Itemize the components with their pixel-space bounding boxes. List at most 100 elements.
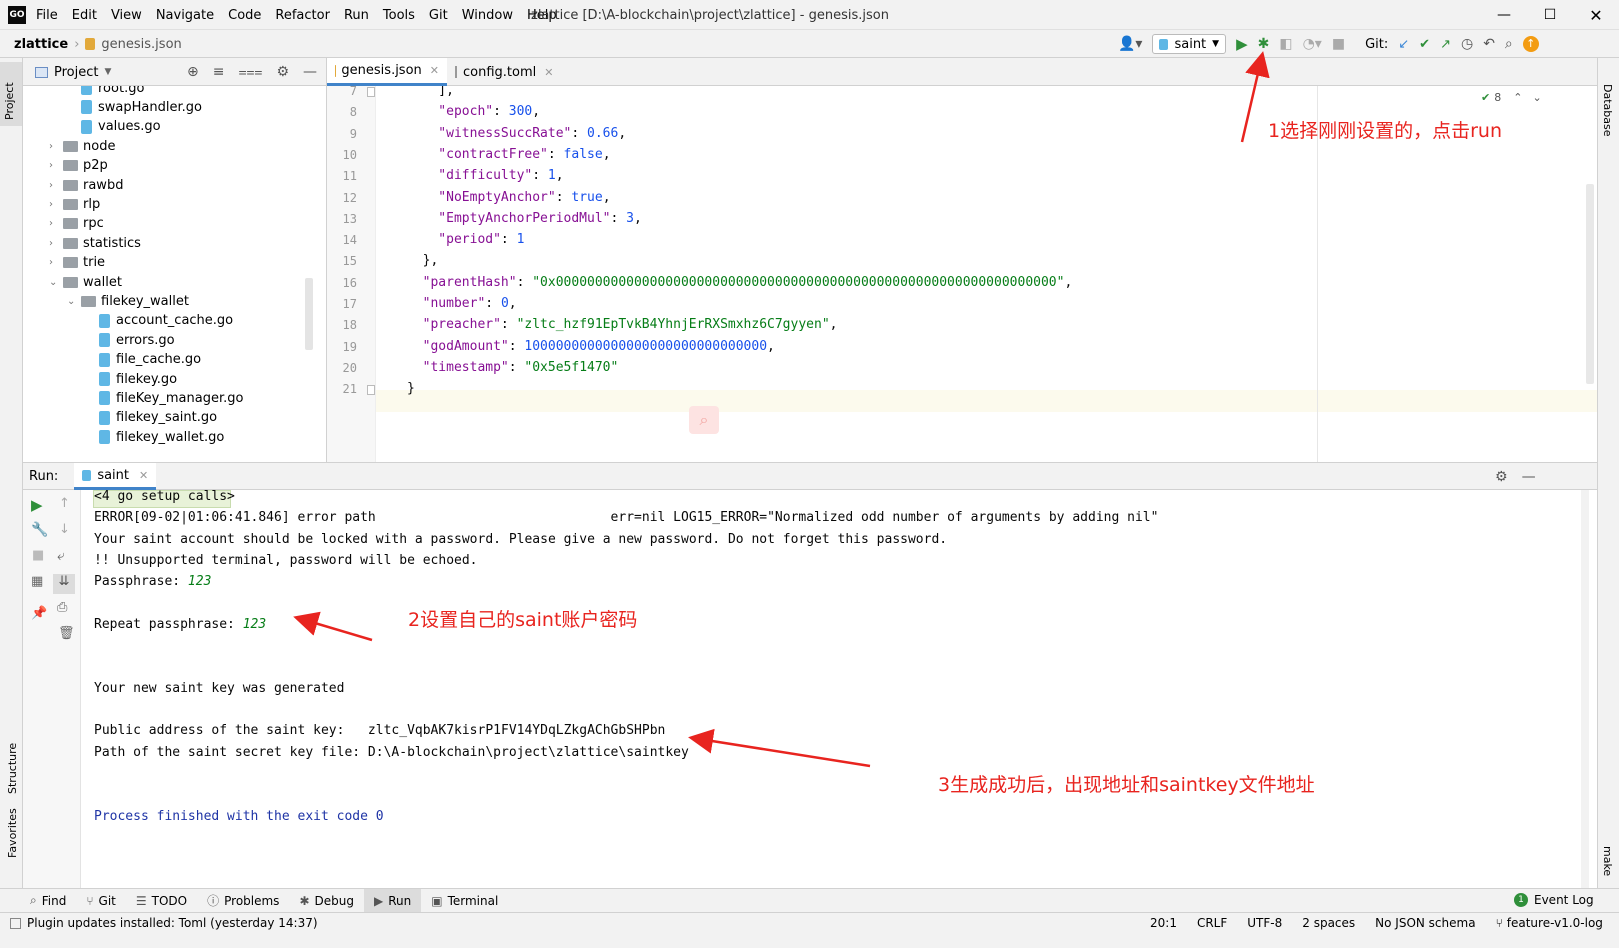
floating-search-icon[interactable]: ⌕ [689,406,719,434]
make-tool-tab[interactable]: make [1601,846,1614,876]
line-separator[interactable]: CRLF [1197,916,1227,930]
caret-position[interactable]: 20:1 [1150,916,1177,930]
scroll-to-end-icon[interactable]: ⇊ [53,574,75,594]
menu-view[interactable]: View [111,8,142,23]
maximize-icon[interactable]: ☐ [1527,7,1573,23]
hide-icon[interactable]: — [303,64,317,80]
tool-window-git[interactable]: ⑂ Git [76,889,126,913]
search-icon[interactable]: ⌕ [1505,36,1513,52]
gear-icon[interactable]: ⚙ [276,64,289,80]
tree-item[interactable]: filekey_wallet.go [85,427,224,447]
console-scrollbar[interactable] [1581,490,1589,888]
tree-item[interactable]: fileKey_manager.go [85,388,243,408]
chevron-down-icon[interactable]: ▼ [104,67,111,77]
tool-window-debug[interactable]: ✱ Debug [289,889,364,913]
event-log-button[interactable]: 1 Event Log [1514,888,1594,912]
minimize-icon[interactable]: — [1481,7,1527,23]
menu-window[interactable]: Window [462,8,513,23]
print-icon[interactable]: ⎙ [57,600,67,615]
updates-icon[interactable]: ↑ [1522,36,1539,52]
menu-edit[interactable]: Edit [72,8,97,23]
profile-icon[interactable]: ◔▾ [1303,36,1322,52]
tool-window-todo[interactable]: ☰ TODO [126,889,197,913]
menu-code[interactable]: Code [228,8,261,23]
stop-icon[interactable]: ■ [32,548,44,563]
breadcrumb-file[interactable]: genesis.json [101,37,181,52]
project-tool-tab[interactable]: Project [0,62,22,126]
fold-marker-icon[interactable] [367,87,375,97]
wrench-icon[interactable]: 🔧 [31,522,48,538]
tab-config-toml[interactable]: config.toml ✕ [447,58,557,86]
layout-icon[interactable]: ▦ [31,574,43,589]
close-icon[interactable]: ✕ [139,469,148,482]
tree-item[interactable]: › p2p [49,156,108,176]
menu-git[interactable]: Git [429,8,448,23]
tree-item[interactable]: root.go [67,86,144,98]
chevron-up-icon[interactable]: ⌃ [1513,91,1522,104]
menu-refactor[interactable]: Refactor [275,8,330,23]
database-tool-tab[interactable]: Database [1601,84,1614,137]
tree-item[interactable]: › trie [49,253,105,273]
menu-navigate[interactable]: Navigate [156,8,214,23]
tree-item[interactable]: errors.go [85,330,175,350]
tree-item[interactable]: swapHandler.go [67,97,202,117]
collapse-all-icon[interactable]: ⩶ [238,64,262,80]
favorites-tool-tab[interactable]: Favorites [6,808,19,858]
history-icon[interactable]: ◷ [1461,36,1473,52]
tool-window-run[interactable]: ▶ Run [363,888,422,913]
indent-setting[interactable]: 2 spaces [1302,916,1355,930]
editor-scrollbar[interactable] [1586,184,1594,384]
rerun-icon[interactable]: ▶ [31,496,43,514]
tree-item[interactable]: › statistics [49,233,141,253]
close-icon[interactable]: ✕ [430,64,439,77]
trash-icon[interactable]: 🗑 [58,626,75,641]
tree-item[interactable]: filekey.go [85,369,177,389]
coverage-icon[interactable]: ◧ [1279,36,1292,52]
soft-wrap-icon[interactable]: ⤶ [57,548,65,564]
tab-genesis-json[interactable]: genesis.json ✕ [327,58,447,86]
tool-window-terminal[interactable]: ▣ Terminal [421,889,508,913]
run-console[interactable]: <4 go setup calls> ERROR[09-02|01:06:41.8… [81,489,1597,888]
user-icon[interactable]: 👤▾ [1118,36,1142,52]
stop-icon[interactable]: ■ [1332,36,1345,52]
tree-item[interactable]: › rlp [49,194,100,214]
run-icon[interactable]: ▶ [1236,35,1248,53]
git-push-icon[interactable]: ↗ [1440,37,1451,52]
git-commit-icon[interactable]: ✔ [1419,37,1430,52]
debug-icon[interactable]: ✱ [1258,36,1270,52]
arrow-up-icon[interactable]: ↑ [59,496,70,511]
tree-item[interactable]: › rawbd [49,175,123,195]
tree-scrollbar[interactable] [305,278,313,350]
file-encoding[interactable]: UTF-8 [1247,916,1282,930]
close-icon[interactable]: ✕ [544,66,553,79]
locate-icon[interactable]: ⊕ [187,64,199,80]
arrow-down-icon[interactable]: ↓ [59,522,70,537]
tree-item[interactable]: › rpc [49,214,104,234]
tree-item[interactable]: › node [49,136,115,156]
inspection-widget[interactable]: ✔ 8 ⌃ ⌄ [1481,88,1542,106]
expand-all-icon[interactable]: ≡ [213,64,225,80]
pin-icon[interactable]: 📌 [31,606,47,621]
tree-item[interactable]: values.go [67,117,161,137]
hide-icon[interactable]: — [1522,469,1536,485]
breadcrumb-project[interactable]: zlattice [14,37,68,52]
tree-item[interactable]: ⌄ filekey_wallet [67,291,189,311]
json-schema[interactable]: No JSON schema [1375,916,1475,930]
tree-item[interactable]: filekey_saint.go [85,408,217,428]
menu-tools[interactable]: Tools [383,8,415,23]
run-config-select[interactable]: saint ▼ [1152,34,1227,54]
tree-item[interactable]: account_cache.go [85,311,233,331]
close-icon[interactable]: ✕ [1573,6,1619,25]
tree-item[interactable]: file_cache.go [85,350,201,370]
fold-marker-icon[interactable] [367,385,375,396]
git-branch[interactable]: ⑂ feature-v1.0-log [1496,916,1603,930]
menu-run[interactable]: Run [344,8,369,23]
rollback-icon[interactable]: ↶ [1483,36,1495,52]
structure-tool-tab[interactable]: Structure [6,743,19,794]
tree-item[interactable]: ⌄ wallet [49,272,122,292]
tool-window-find[interactable]: ⌕ Find [0,889,76,913]
status-message[interactable]: Plugin updates installed: Toml (yesterda… [27,916,318,930]
menu-file[interactable]: File [36,8,58,23]
gear-icon[interactable]: ⚙ [1495,469,1508,485]
chevron-down-icon[interactable]: ⌄ [1532,91,1541,104]
